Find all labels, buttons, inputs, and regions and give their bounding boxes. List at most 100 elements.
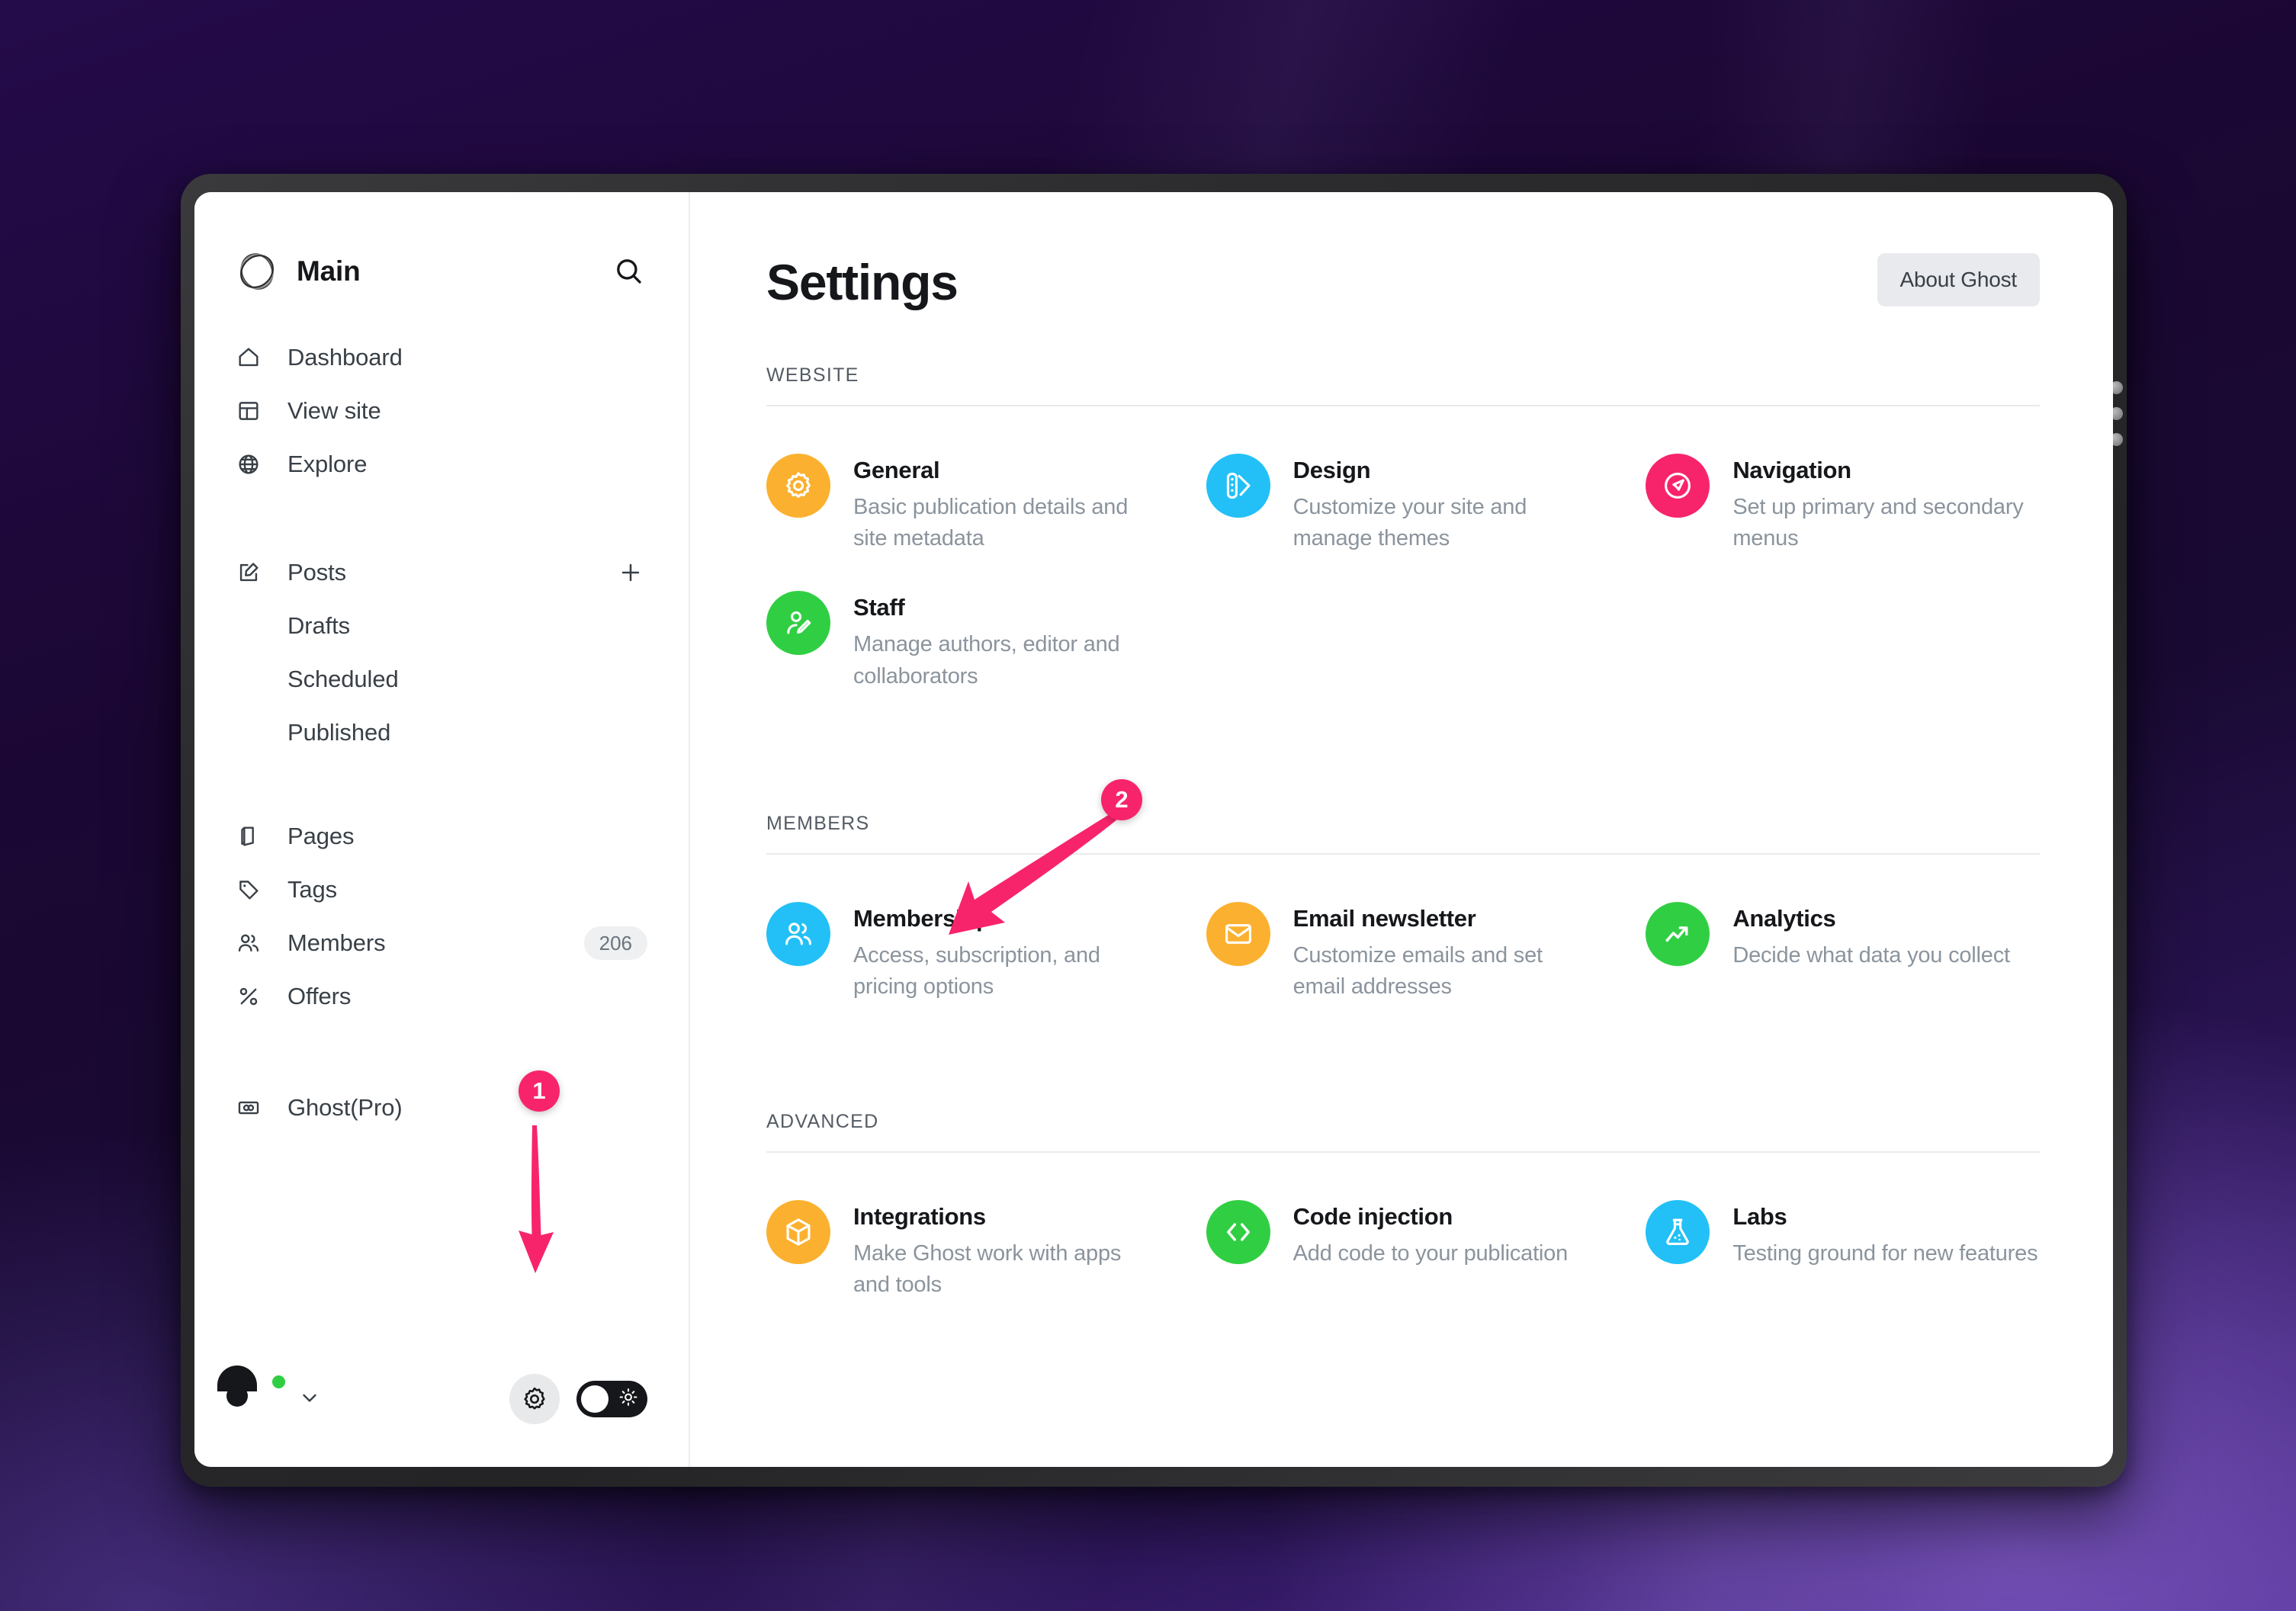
code-injection-card[interactable]: Code injection Add code to your publicat…: [1206, 1183, 1601, 1321]
sidebar-item-published[interactable]: Published: [194, 706, 689, 759]
sidebar-item-scheduled[interactable]: Scheduled: [194, 653, 689, 706]
sidebar-group-posts: Posts Drafts Scheduled Published: [194, 546, 689, 759]
search-icon[interactable]: [611, 253, 647, 290]
analytics-card[interactable]: Analytics Decide what data you collect: [1646, 885, 2040, 1022]
navigation-card[interactable]: Navigation Set up primary and secondary …: [1646, 437, 2040, 574]
sidebar-item-label: Explore: [287, 451, 368, 477]
settings-main: Settings About Ghost WEBSITE General Bas…: [690, 192, 2113, 1467]
avatar-image: [217, 1365, 257, 1407]
card-description: Customize emails and set email addresses: [1293, 942, 1543, 999]
sidebar-item-label: Scheduled: [287, 666, 399, 692]
card-text: General Basic publication details and si…: [853, 454, 1161, 554]
annotation-arrow-1: [519, 1125, 554, 1273]
tag-icon: [236, 877, 269, 903]
sidebar-item-label: Posts: [287, 559, 347, 586]
sidebar-header: Main: [194, 192, 689, 293]
sidebar-item-label: Tags: [287, 876, 338, 903]
settings-gear-button[interactable]: [509, 1374, 560, 1424]
card-description: Testing ground for new features: [1732, 1241, 2038, 1266]
code-icon: [1206, 1200, 1270, 1265]
card-description: Add code to your publication: [1293, 1241, 1569, 1266]
about-ghost-button[interactable]: About Ghost: [1877, 253, 2040, 306]
annotation-marker-1: 1: [519, 1070, 560, 1112]
sidebar-footer: [194, 1365, 689, 1424]
sidebar-item-dashboard[interactable]: Dashboard: [194, 331, 689, 384]
section-website: WEBSITE General Basic publication detail…: [766, 364, 2040, 712]
envelope-icon: [1206, 901, 1270, 966]
sidebar-item-view-site[interactable]: View site: [194, 384, 689, 438]
percent-icon: [236, 984, 269, 1009]
card-description: Access, subscription, and pricing option…: [853, 942, 1100, 999]
sidebar-item-posts[interactable]: Posts: [194, 546, 689, 599]
card-title: Email newsletter: [1293, 904, 1476, 932]
compass-icon: [1646, 454, 1710, 518]
email-newsletter-card[interactable]: Email newsletter Customize emails and se…: [1206, 885, 1601, 1022]
card-description: Set up primary and secondary menus: [1732, 495, 2024, 551]
card-description: Customize your site and manage themes: [1293, 495, 1527, 551]
integrations-card[interactable]: Integrations Make Ghost work with apps a…: [766, 1183, 1161, 1321]
section-divider: [766, 405, 2040, 406]
plus-icon[interactable]: [614, 560, 647, 586]
device-frame: Main Dashboard View site Explore Posts D…: [181, 174, 2127, 1487]
sun-icon: [618, 1388, 638, 1411]
sidebar-item-label: Dashboard: [287, 344, 403, 371]
page-title: Settings: [766, 254, 959, 310]
sidebar-group-content: Pages Tags Members 206 Offers: [194, 810, 689, 1023]
card-text: Design Customize your site and manage th…: [1293, 454, 1601, 554]
card-title: Labs: [1732, 1203, 1787, 1231]
card-title: General: [853, 457, 940, 483]
section-card-grid: General Basic publication details and si…: [766, 437, 2040, 712]
sidebar-item-label: Drafts: [287, 612, 351, 639]
card-title: Analytics: [1732, 904, 1836, 932]
sidebar-item-pages[interactable]: Pages: [194, 810, 689, 863]
design-card[interactable]: Design Customize your site and manage th…: [1206, 437, 1601, 574]
pages-icon: [236, 823, 269, 849]
sidebar-item-label: Published: [287, 719, 391, 746]
card-title: Code injection: [1293, 1203, 1453, 1231]
sidebar-item-members[interactable]: Members 206: [194, 916, 689, 970]
annotation-arrow-2: [949, 808, 1126, 935]
card-text: Analytics Decide what data you collect: [1732, 902, 2010, 971]
sidebar-group-ghost-pro: Ghost(Pro): [194, 1081, 689, 1134]
sidebar-group-primary: Dashboard View site Explore: [194, 331, 689, 491]
app-screen: Main Dashboard View site Explore Posts D…: [194, 192, 2113, 1467]
avatar-body: [217, 1365, 257, 1391]
sidebar-item-label: Offers: [287, 983, 352, 1009]
theme-toggle[interactable]: [576, 1381, 647, 1417]
general-card[interactable]: General Basic publication details and si…: [766, 437, 1161, 574]
sidebar-item-offers[interactable]: Offers: [194, 970, 689, 1023]
staff-card[interactable]: Staff Manage authors, editor and collabo…: [766, 574, 1161, 711]
avatar[interactable]: [217, 1365, 287, 1424]
trend-up-icon: [1646, 901, 1710, 966]
members-icon: [766, 901, 830, 966]
sidebar-item-tags[interactable]: Tags: [194, 863, 689, 916]
gear-icon: [766, 454, 830, 518]
members-count-badge: 206: [583, 926, 647, 960]
layout-icon: [236, 398, 269, 424]
edit-icon: [236, 560, 269, 586]
section-title: ADVANCED: [766, 1111, 879, 1133]
box-icon: [766, 1200, 830, 1265]
card-description: Manage authors, editor and collaborators: [853, 632, 1120, 688]
card-text: Labs Testing ground for new features: [1732, 1200, 2037, 1269]
card-text: Staff Manage authors, editor and collabo…: [853, 591, 1161, 692]
chevron-down-icon[interactable]: [298, 1386, 321, 1413]
site-name: Main: [297, 255, 361, 287]
user-edit-icon: [766, 591, 830, 656]
card-description: Basic publication details and site metad…: [853, 495, 1129, 551]
main-header: Settings About Ghost: [766, 253, 2040, 311]
flask-icon: [1646, 1200, 1710, 1265]
section-divider: [766, 1151, 2040, 1154]
theme-toggle-knob: [581, 1385, 609, 1413]
card-text: Email newsletter Customize emails and se…: [1293, 902, 1601, 1003]
card-title: Navigation: [1732, 457, 1851, 483]
sidebar-item-ghost-pro[interactable]: Ghost(Pro): [194, 1081, 689, 1134]
labs-card[interactable]: Labs Testing ground for new features: [1646, 1183, 2040, 1321]
sidebar-item-label: Members: [287, 929, 386, 956]
sidebar-item-drafts[interactable]: Drafts: [194, 599, 689, 653]
sidebar-item-label: View site: [287, 397, 381, 424]
sidebar-item-explore[interactable]: Explore: [194, 438, 689, 491]
home-icon: [236, 345, 269, 371]
card-title: Staff: [853, 594, 905, 621]
site-logo-icon: [236, 250, 278, 293]
